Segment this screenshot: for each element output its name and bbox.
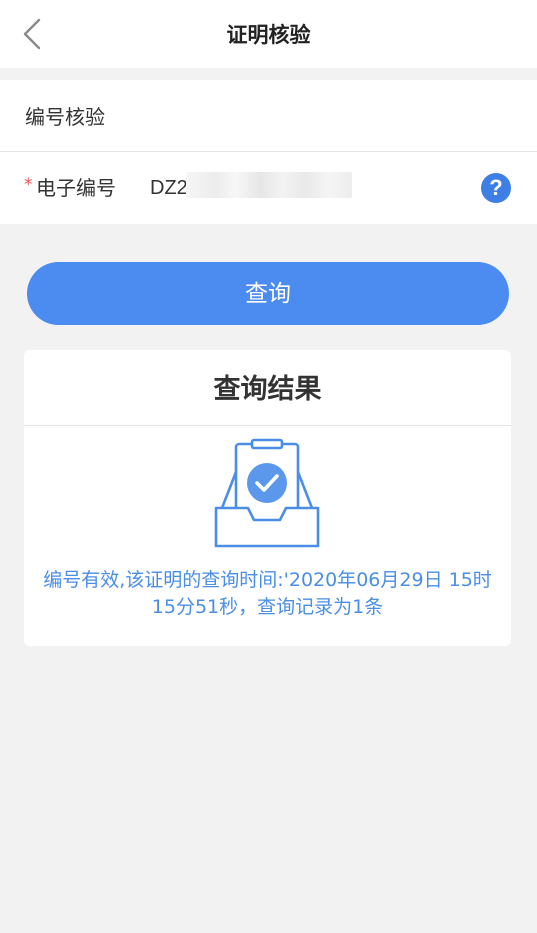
result-divider	[24, 425, 511, 426]
page-title: 证明核验	[226, 23, 311, 47]
section-title: 编号核验	[25, 105, 105, 129]
checked-document-tray-icon	[214, 438, 320, 548]
result-card: 查询结果 编号有效,该证明的查询时间:'2020年06月29日 15时15分51…	[24, 350, 511, 646]
result-message: 编号有效,该证明的查询时间:'2020年06月29日 15时15分51秒，查询记…	[43, 569, 492, 618]
field-label: 电子编号	[36, 176, 116, 200]
redacted-number-mask	[186, 172, 352, 198]
help-icon[interactable]: ?	[481, 173, 511, 203]
nav-bar: 证明核验	[0, 0, 537, 68]
query-button[interactable]: 查询	[27, 262, 509, 325]
electronic-number-input[interactable]: DZ2	[150, 152, 188, 224]
required-mark: *	[24, 175, 33, 195]
result-title: 查询结果	[213, 374, 322, 405]
